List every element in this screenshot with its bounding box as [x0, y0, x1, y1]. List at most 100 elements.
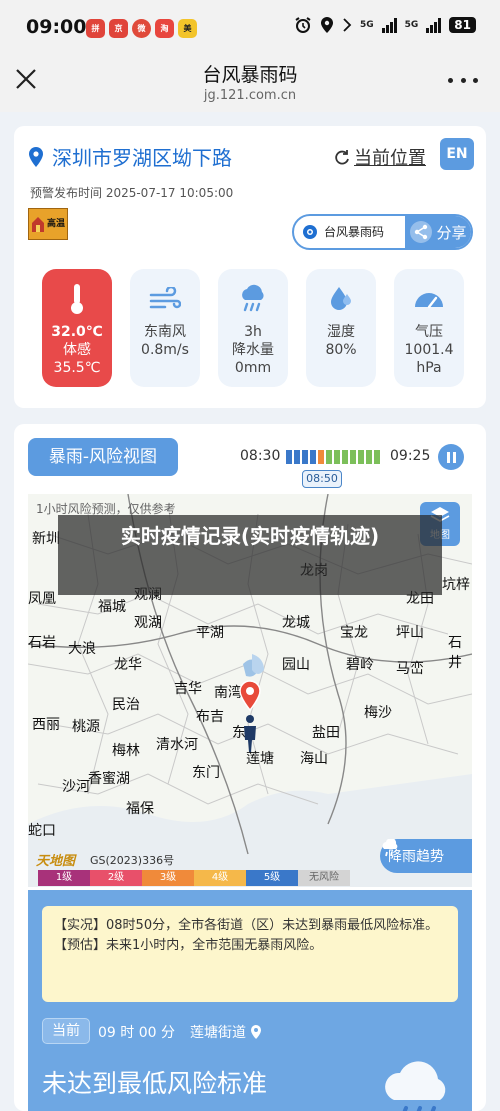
- timeline-tick[interactable]: [374, 450, 380, 464]
- thermometer-icon: [71, 284, 83, 314]
- rain-cloud-icon: [242, 284, 264, 312]
- legend-no-risk: 无风险: [298, 870, 350, 886]
- rain-trend-icon: [382, 839, 398, 857]
- map-label-taoyuan: 桃源: [72, 719, 100, 735]
- warning-time: 预警发布时间 2025-07-17 10:05:00: [30, 186, 234, 200]
- tile-temperature-value: 32.0℃: [51, 324, 103, 340]
- map-pin-icon: [251, 1025, 261, 1039]
- rain-trend-button[interactable]: 降雨趋势: [380, 839, 472, 873]
- timeline-tick[interactable]: [294, 450, 300, 464]
- share-button[interactable]: 分享: [405, 216, 471, 248]
- map-label-yuanshan: 园山: [282, 657, 310, 673]
- timeline-tick[interactable]: [350, 450, 356, 464]
- legend-level-3: 3级: [142, 870, 194, 886]
- map-label-xiangmihu: 香蜜湖: [88, 771, 130, 787]
- map-label-xinzhen: 新圳: [32, 531, 60, 547]
- now-place[interactable]: 莲塘街道: [190, 1022, 262, 1042]
- tile-pressure-unit: hPa: [416, 360, 442, 376]
- map-label-qingshuihe: 清水河: [156, 737, 198, 753]
- risk-status-text: 未达到最低风险标准: [42, 1069, 268, 1098]
- risk-info-box: 【实况】08时50分，全市各街道（区）未达到暴雨最低风险标准。 【预估】未来1小…: [42, 906, 458, 1002]
- overlay-text: 实时疫情记录(实时疫情轨迹): [120, 524, 380, 548]
- alarm-icon: [295, 17, 311, 33]
- map-label-yantian: 盐田: [312, 725, 340, 741]
- page-title: 台风暴雨码: [202, 64, 298, 86]
- share-icon: [410, 221, 433, 243]
- legend-level-5: 5级: [246, 870, 298, 886]
- map-label-pingshan: 坪山: [396, 625, 424, 641]
- tile-temperature-feel: 35.5℃: [53, 360, 101, 376]
- network-type-a: 5G: [359, 20, 374, 30]
- map-label-buji: 布吉: [196, 709, 224, 725]
- tile-rainfall-label: 降水量: [232, 342, 274, 358]
- map-label-dalang: 大浪: [68, 641, 96, 657]
- map-gs-number: GS(2023)336号: [90, 854, 175, 867]
- warning-house-icon: [32, 217, 44, 232]
- refresh-icon: [335, 150, 349, 165]
- tile-wind-direction: 东南风: [144, 324, 186, 340]
- timeline-tick[interactable]: [310, 450, 316, 464]
- timeline-tick[interactable]: [366, 450, 372, 464]
- timeline-tick[interactable]: [358, 450, 364, 464]
- tile-pressure[interactable]: 气压 1001.4 hPa: [394, 269, 464, 387]
- map-label-haishan: 海山: [300, 751, 328, 767]
- map-label-meilin: 梅林: [112, 743, 140, 759]
- timeline-tick[interactable]: [302, 450, 308, 464]
- timeline-end: 09:25: [390, 448, 431, 464]
- map-label-pinghu: 平湖: [196, 625, 224, 641]
- legend-level-2: 2级: [90, 870, 142, 886]
- tile-humidity[interactable]: 湿度 80%: [306, 269, 376, 387]
- map-logo: 天地图: [36, 854, 76, 869]
- map-label-maluan: 马峦: [396, 661, 424, 677]
- battery-indicator: 81: [449, 17, 476, 33]
- timeline-tick[interactable]: [326, 450, 332, 464]
- map-label-kengzi: 坑梓: [442, 577, 470, 593]
- weather-tiles: 32.0℃ 体感 35.5℃ 东南风 0.8m/s 3h 降水量 0mm 湿度 …: [42, 269, 464, 387]
- timeline-start: 08:30: [240, 448, 281, 464]
- pause-button[interactable]: [438, 444, 464, 470]
- current-location-label: 当前位置: [354, 148, 426, 169]
- timeline-tick[interactable]: [342, 450, 348, 464]
- status-time: 09:00: [26, 16, 87, 38]
- network-type-b: 5G: [404, 20, 419, 30]
- tile-humidity-label: 湿度: [327, 324, 355, 340]
- map-pin-icon: [29, 146, 43, 167]
- share-label: 分享: [436, 223, 467, 242]
- current-location-button[interactable]: 当前位置: [334, 144, 426, 170]
- map-label-meisha: 梅沙: [364, 705, 392, 721]
- notification-icon-pinduoduo: 拼: [86, 19, 105, 38]
- timeline-tick[interactable]: [334, 450, 340, 464]
- tile-humidity-value: 80%: [325, 342, 357, 358]
- overlay-banner: 实时疫情记录(实时疫情轨迹): [58, 515, 442, 595]
- location-name: 深圳市罗湖区坳下路: [52, 146, 232, 170]
- timeline-slider[interactable]: [286, 450, 384, 464]
- location-row: 深圳市罗湖区坳下路: [28, 142, 232, 171]
- map-label-shiyan: 石岩: [28, 635, 56, 651]
- share-pill[interactable]: 台风暴雨码 分享: [292, 214, 473, 250]
- map-label-longcheng: 龙城: [282, 615, 310, 631]
- notification-icon-meituan: 美: [178, 19, 197, 38]
- wifi-icon: [343, 18, 352, 32]
- notification-icon-jd: 京: [109, 19, 128, 38]
- humidity-icon: [331, 287, 351, 310]
- timeline-tick[interactable]: [286, 450, 292, 464]
- nav-header: 台风暴雨码 jg.121.com.cn: [0, 56, 500, 112]
- map-label-baolong: 宝龙: [340, 625, 368, 641]
- legend-level-4: 4级: [194, 870, 246, 886]
- map-label-guanhu: 观湖: [134, 615, 162, 631]
- map-label-jihua: 吉华: [174, 681, 202, 697]
- timeline-tick[interactable]: [318, 450, 324, 464]
- notification-icon-taobao: 淘: [155, 19, 174, 38]
- map-label-shijing: 石井: [448, 635, 462, 671]
- tile-temperature[interactable]: 32.0℃ 体感 35.5℃: [42, 269, 112, 387]
- risk-view-tab[interactable]: 暴雨-风险视图: [28, 438, 178, 476]
- high-temp-warning-badge[interactable]: 高温: [28, 208, 68, 240]
- more-button[interactable]: [448, 70, 478, 90]
- language-button[interactable]: EN: [440, 138, 474, 170]
- notification-icon-weibo: 微: [132, 19, 151, 38]
- tile-wind[interactable]: 东南风 0.8m/s: [130, 269, 200, 387]
- map-label-fubao: 福保: [126, 801, 154, 817]
- now-time: 09 时 00 分: [98, 1025, 175, 1041]
- tile-rainfall[interactable]: 3h 降水量 0mm: [218, 269, 288, 387]
- risk-info-panel: 【实况】08时50分，全市各街道（区）未达到暴雨最低风险标准。 【预估】未来1小…: [28, 890, 472, 1111]
